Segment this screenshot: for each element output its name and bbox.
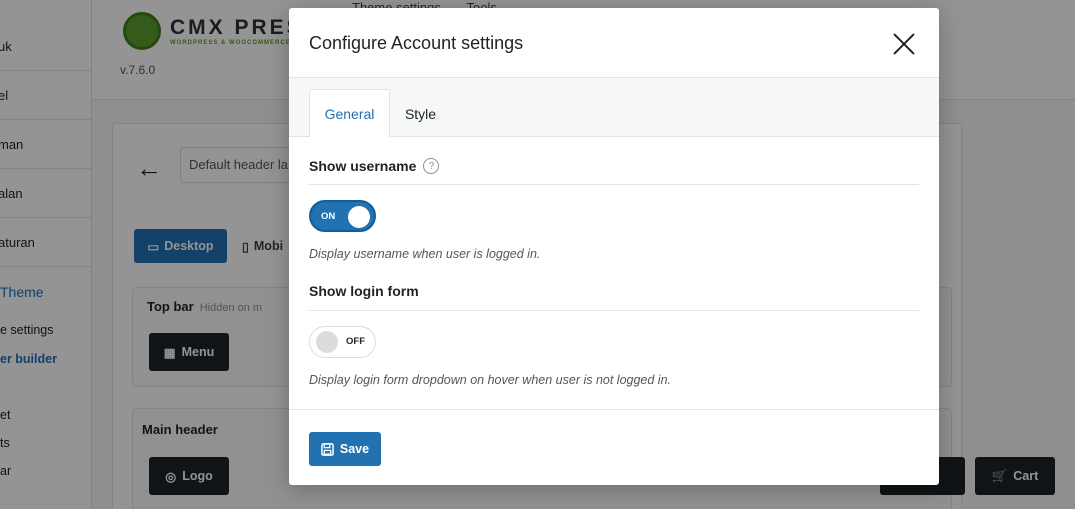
help-icon[interactable]: ?	[423, 158, 440, 174]
show-username-label: Show username ?	[309, 158, 440, 174]
toggle-knob	[316, 331, 338, 353]
show-login-form-description: Display login form dropdown on hover whe…	[309, 373, 672, 387]
tab-general[interactable]: General	[309, 89, 390, 138]
toggle-knob	[348, 206, 370, 228]
modal-tabs: General Style	[289, 78, 939, 138]
divider	[309, 184, 919, 185]
show-username-toggle[interactable]: ON	[309, 200, 376, 232]
show-login-form-label: Show login form	[309, 283, 419, 299]
save-icon	[321, 442, 334, 456]
tab-style[interactable]: Style	[392, 89, 449, 138]
show-login-form-toggle[interactable]: OFF	[309, 326, 376, 358]
show-username-description: Display username when user is logged in.	[309, 247, 541, 261]
modal-footer: Save	[289, 409, 939, 485]
save-button[interactable]: Save	[309, 432, 381, 466]
divider	[309, 310, 919, 311]
close-icon[interactable]	[892, 32, 916, 56]
modal-title: Configure Account settings	[309, 33, 524, 53]
account-settings-modal: Configure Account settings General Style…	[289, 8, 939, 485]
modal-header: Configure Account settings	[289, 8, 939, 78]
